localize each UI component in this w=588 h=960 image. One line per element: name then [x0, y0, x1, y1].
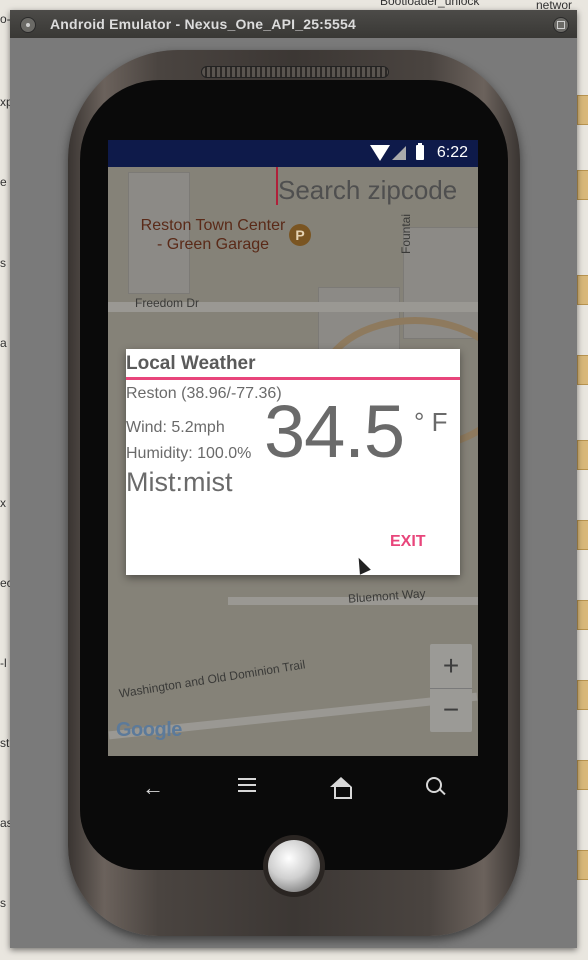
weather-dialog: Local Weather Reston (38.96/-77.36) Wind… [126, 349, 460, 575]
battery-icon [416, 143, 424, 160]
map-poi-label[interactable]: Reston Town Center - Green Garage [133, 216, 293, 254]
desktop-folder-icon[interactable] [577, 600, 588, 630]
zoom-in-button[interactable]: + [430, 644, 472, 689]
desktop-folder-icon[interactable] [577, 520, 588, 550]
desktop-folder-icon[interactable] [577, 440, 588, 470]
street-label: Fountai [399, 213, 414, 255]
desktop-text-fragment: st [0, 736, 10, 750]
desktop-folder-icon[interactable] [577, 850, 588, 880]
humidity-text: Humidity: 100.0% [126, 445, 252, 462]
desktop-text-fragment: -l [0, 656, 7, 670]
desktop-folder-icon[interactable] [577, 680, 588, 710]
weather-condition: Mist:mist [126, 467, 233, 497]
street-label: Freedom Dr [135, 296, 200, 310]
wifi-icon [370, 145, 390, 161]
desktop-text-fragment: a [0, 336, 7, 350]
poi-name-line1: Reston Town Center [140, 217, 286, 234]
desktop-folder-icon[interactable] [577, 170, 588, 200]
desktop-folder-icon[interactable] [577, 95, 588, 125]
desktop-folder-icon[interactable] [577, 275, 588, 305]
zoom-out-button[interactable]: − [430, 688, 472, 732]
poi-name-line2: - Green Garage [156, 236, 270, 253]
title-divider [126, 377, 460, 380]
desktop-folder-icon[interactable] [577, 355, 588, 385]
desktop-text-fragment: e [0, 175, 7, 189]
menu-icon[interactable] [232, 774, 262, 802]
window-title: Android Emulator - Nexus_One_API_25:5554 [50, 16, 356, 32]
parking-icon[interactable]: P [289, 224, 311, 246]
home-icon[interactable] [326, 774, 356, 802]
desktop-text-fragment: x [0, 496, 6, 510]
window-titlebar[interactable]: Android Emulator - Nexus_One_API_25:5554 [10, 10, 577, 38]
desktop-file-label[interactable]: Bootloader_unlock [380, 0, 479, 8]
search-placeholder: Search zipcode [278, 175, 458, 205]
temperature-value: 34.5 [264, 390, 405, 473]
status-time: 6:22 [436, 144, 468, 161]
location-text: Reston (38.96/-77.36) [126, 385, 282, 402]
desktop-text-fragment: s [0, 256, 6, 270]
trackball-button[interactable] [268, 840, 320, 892]
window-maximize-button[interactable] [553, 17, 569, 33]
google-logo-text: Google [116, 719, 182, 741]
dialog-title: Local Weather [126, 353, 256, 374]
phone-speaker [201, 66, 389, 78]
wind-text: Wind: 5.2mph [126, 419, 225, 436]
back-icon[interactable]: ← [138, 774, 168, 802]
hardware-nav-bar: ← [108, 770, 478, 806]
temperature-unit: ° F [414, 407, 448, 437]
search-input[interactable]: Search zipcode [276, 171, 466, 209]
exit-button[interactable]: EXIT [390, 533, 426, 551]
google-logo: Google [116, 719, 182, 742]
search-icon[interactable] [420, 774, 450, 802]
desktop-text-fragment: s [0, 896, 6, 910]
zoom-controls: + − [430, 644, 472, 732]
desktop-folder-icon[interactable] [577, 760, 588, 790]
street-label: Washington and Old Dominion Trail [118, 657, 307, 701]
text-cursor [276, 167, 278, 205]
status-bar: 6:22 [108, 140, 478, 167]
window-close-button[interactable] [20, 17, 36, 33]
signal-icon [392, 146, 406, 160]
